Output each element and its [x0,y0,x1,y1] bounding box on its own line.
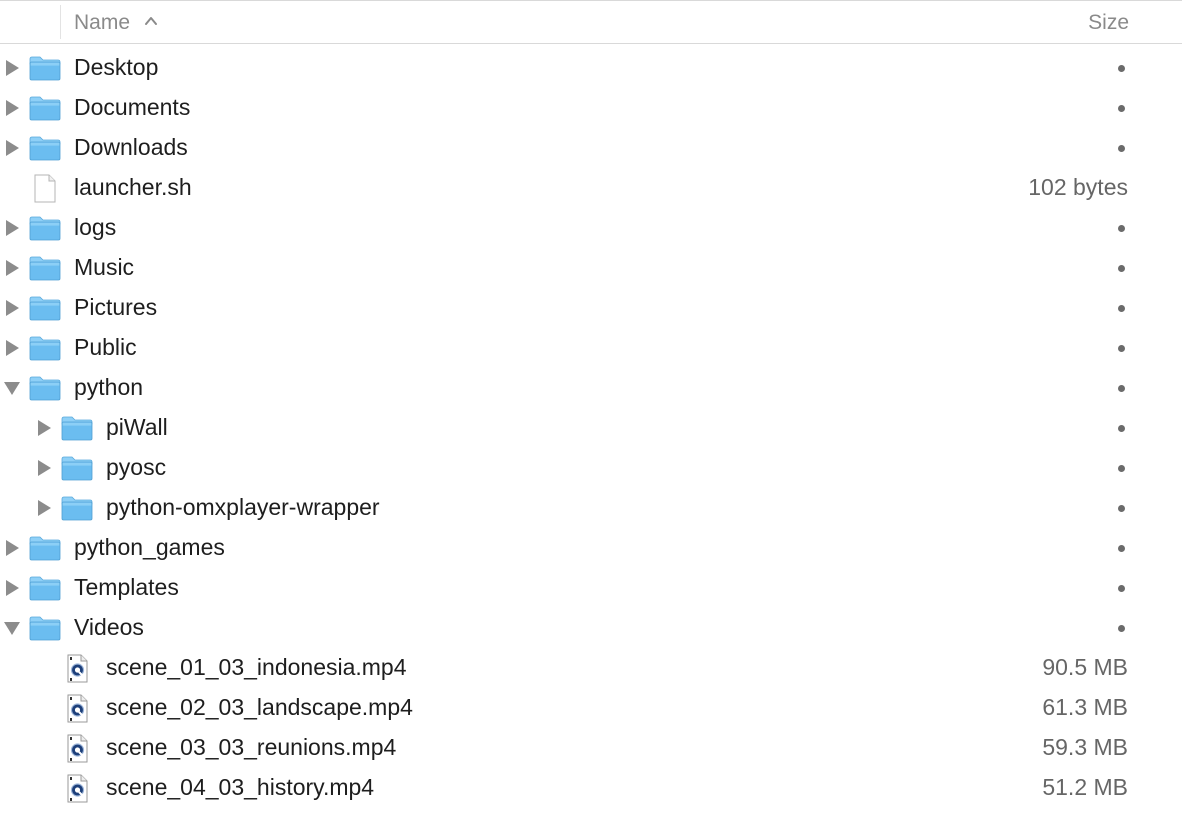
file-name[interactable]: Music [74,254,134,281]
file-size: 61.3 MB [1042,694,1128,720]
file-row-logs[interactable]: logs [0,208,1182,248]
folder-icon [61,496,93,521]
folder-icon [29,536,61,561]
file-row-python-omxplayer-wrapper[interactable]: python-omxplayer-wrapper [0,488,1182,528]
file-name[interactable]: pyosc [106,454,166,481]
document-icon [34,174,56,203]
size-placeholder-dot [1118,305,1125,312]
file-row-desktop[interactable]: Desktop [0,48,1182,88]
disclosure-triangle-collapsed-icon[interactable] [35,499,53,517]
folder-icon [29,296,61,321]
folder-icon [61,456,93,481]
file-row-python[interactable]: python [0,368,1182,408]
size-placeholder-dot [1118,505,1125,512]
disclosure-triangle-expanded-icon[interactable] [3,379,21,397]
quicktime-video-icon [67,654,88,683]
file-row-pictures[interactable]: Pictures [0,288,1182,328]
disclosure-triangle-expanded-icon[interactable] [3,619,21,637]
folder-icon [61,416,93,441]
file-name[interactable]: Documents [74,94,190,121]
file-row-public[interactable]: Public [0,328,1182,368]
finder-list-view: Name Size Desktop Documents Downloads launc… [0,0,1182,824]
file-name[interactable]: Templates [74,574,179,601]
column-header-bar: Name Size [0,0,1182,44]
file-row-music[interactable]: Music [0,248,1182,288]
disclosure-triangle-collapsed-icon[interactable] [3,339,21,357]
disclosure-triangle-collapsed-icon[interactable] [3,579,21,597]
size-placeholder-dot [1118,105,1125,112]
size-column-header[interactable]: Size [1088,11,1129,35]
file-size: 102 bytes [1028,174,1128,200]
folder-icon [29,136,61,161]
file-name[interactable]: Downloads [74,134,188,161]
folder-icon [29,256,61,281]
file-name[interactable]: launcher.sh [74,174,192,201]
file-size: 90.5 MB [1042,654,1128,680]
size-placeholder-dot [1118,425,1125,432]
disclosure-triangle-collapsed-icon[interactable] [3,59,21,77]
size-placeholder-dot [1118,585,1125,592]
disclosure-triangle-collapsed-icon[interactable] [3,219,21,237]
folder-icon [29,616,61,641]
file-name[interactable]: Videos [74,614,144,641]
folder-icon [29,336,61,361]
disclosure-triangle-collapsed-icon[interactable] [3,99,21,117]
disclosure-triangle-collapsed-icon[interactable] [3,299,21,317]
file-name[interactable]: scene_04_03_history.mp4 [106,774,374,801]
file-row-downloads[interactable]: Downloads [0,128,1182,168]
quicktime-video-icon [67,734,88,763]
file-size: 59.3 MB [1042,734,1128,760]
size-placeholder-dot [1118,265,1125,272]
file-row-pyosc[interactable]: pyosc [0,448,1182,488]
disclosure-triangle-collapsed-icon[interactable] [35,459,53,477]
file-row-scene-02-03-landscape-mp4[interactable]: scene_02_03_landscape.mp4 61.3 MB [0,688,1182,728]
size-placeholder-dot [1118,345,1125,352]
folder-icon [29,216,61,241]
file-name[interactable]: Public [74,334,137,361]
file-name[interactable]: logs [74,214,116,241]
file-list: Desktop Documents Downloads launcher.sh 102 … [0,48,1182,808]
column-divider[interactable] [60,5,61,39]
disclosure-triangle-collapsed-icon[interactable] [35,419,53,437]
disclosure-triangle-collapsed-icon[interactable] [3,139,21,157]
folder-icon [29,56,61,81]
folder-icon [29,376,61,401]
disclosure-triangle-collapsed-icon[interactable] [3,259,21,277]
file-row-scene-01-03-indonesia-mp4[interactable]: scene_01_03_indonesia.mp4 90.5 MB [0,648,1182,688]
file-row-scene-04-03-history-mp4[interactable]: scene_04_03_history.mp4 51.2 MB [0,768,1182,808]
size-placeholder-dot [1118,385,1125,392]
file-row-templates[interactable]: Templates [0,568,1182,608]
file-row-videos[interactable]: Videos [0,608,1182,648]
size-placeholder-dot [1118,145,1125,152]
file-row-python-games[interactable]: python_games [0,528,1182,568]
file-row-launcher-sh[interactable]: launcher.sh 102 bytes [0,168,1182,208]
folder-icon [29,576,61,601]
disclosure-triangle-collapsed-icon[interactable] [3,539,21,557]
file-name[interactable]: piWall [106,414,168,441]
size-placeholder-dot [1118,465,1125,472]
quicktime-video-icon [67,774,88,803]
file-name[interactable]: scene_01_03_indonesia.mp4 [106,654,407,681]
file-name[interactable]: python_games [74,534,225,561]
size-placeholder-dot [1118,225,1125,232]
file-name[interactable]: Desktop [74,54,158,81]
file-name[interactable]: scene_02_03_landscape.mp4 [106,694,413,721]
file-row-scene-03-03-reunions-mp4[interactable]: scene_03_03_reunions.mp4 59.3 MB [0,728,1182,768]
sort-ascending-icon[interactable] [144,14,158,28]
quicktime-video-icon [67,694,88,723]
file-size: 51.2 MB [1042,774,1128,800]
size-placeholder-dot [1118,65,1125,72]
file-name[interactable]: python [74,374,143,401]
name-column-header[interactable]: Name [74,11,130,35]
size-placeholder-dot [1118,625,1125,632]
folder-icon [29,96,61,121]
file-name[interactable]: Pictures [74,294,157,321]
file-name[interactable]: python-omxplayer-wrapper [106,494,380,521]
file-row-piwall[interactable]: piWall [0,408,1182,448]
file-row-documents[interactable]: Documents [0,88,1182,128]
size-placeholder-dot [1118,545,1125,552]
file-name[interactable]: scene_03_03_reunions.mp4 [106,734,396,761]
